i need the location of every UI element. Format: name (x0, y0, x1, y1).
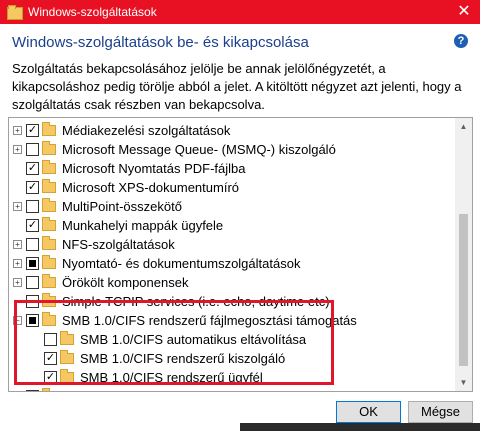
window-title: Windows-szolgáltatások (28, 5, 157, 19)
folder-icon (42, 255, 56, 269)
scroll-up-icon[interactable]: ▲ (455, 118, 472, 135)
feature-row[interactable]: + ✓ Médiakezelési szolgáltatások (13, 121, 230, 140)
features-tree[interactable]: ▲ ▼ + ✓ Médiakezelési szolgáltatások + Micro… (8, 117, 473, 392)
feature-checkbox[interactable] (26, 295, 39, 308)
feature-row[interactable]: + Nyomtató- és dokumentumszolgáltatások (13, 254, 300, 273)
feature-label: Médiakezelési szolgáltatások (62, 123, 231, 138)
ok-button[interactable]: OK (336, 401, 401, 423)
feature-label: Microsoft Nyomtatás PDF-fájlba (62, 161, 246, 176)
feature-label: SMB 1.0/CIFS automatikus eltávolítása (80, 332, 307, 347)
feature-checkbox[interactable]: ✓ (26, 181, 39, 194)
feature-row[interactable]: ✓ Munkahelyi mappák ügyfele (13, 216, 223, 235)
folder-icon (60, 369, 74, 383)
feature-checkbox[interactable] (26, 314, 39, 327)
feature-label: SMB 1.0/CIFS rendszerű fájlmegosztási tá… (62, 313, 357, 328)
feature-row[interactable]: + NFS-szolgáltatások (13, 235, 175, 254)
expand-icon[interactable]: + (13, 126, 22, 135)
folder-icon (42, 122, 56, 136)
collapse-icon[interactable]: − (13, 316, 22, 325)
folder-icon (42, 274, 56, 288)
feature-checkbox[interactable]: ✓ (26, 162, 39, 175)
scroll-down-icon[interactable]: ▼ (455, 374, 472, 391)
taskbar (240, 423, 480, 431)
folder-icon (42, 388, 50, 391)
dialog-heading: Windows-szolgáltatások be- és kikapcsolá… (12, 34, 309, 51)
folder-icon (42, 312, 56, 326)
feature-row[interactable]: ✓ Microsoft XPS-dokumentumíró (13, 178, 239, 197)
feature-label: Simple TCPIP services (i.e. echo, daytim… (62, 294, 330, 309)
folder-icon (42, 160, 56, 174)
folder-icon (42, 217, 56, 231)
folder-icon (42, 179, 56, 193)
feature-label: SMB Direct (62, 389, 128, 391)
feature-label: Microsoft Message Queue- (MSMQ-) kiszolg… (62, 142, 336, 157)
feature-label: SMB 1.0/CIFS rendszerű kiszolgáló (80, 351, 286, 366)
feature-checkbox[interactable]: ✓ (26, 124, 39, 137)
help-icon[interactable]: ? (454, 34, 468, 48)
feature-row[interactable]: − SMB 1.0/CIFS rendszerű fájlmegosztási t… (13, 311, 357, 330)
feature-row[interactable]: ✓ SMB 1.0/CIFS rendszerű ügyfél (31, 368, 263, 387)
feature-checkbox[interactable]: ✓ (26, 390, 39, 391)
expand-icon[interactable]: + (13, 278, 22, 287)
folder-icon (42, 293, 56, 307)
expand-icon[interactable]: + (13, 240, 22, 249)
close-icon[interactable]: ✕ (454, 2, 474, 22)
folder-icon (42, 236, 56, 250)
scroll-thumb[interactable] (459, 214, 468, 366)
feature-checkbox[interactable] (26, 238, 39, 251)
feature-row[interactable]: ✓ SMB Direct (13, 387, 128, 391)
expand-icon[interactable]: + (13, 145, 22, 154)
cancel-button[interactable]: Mégse (408, 401, 473, 423)
folder-icon (42, 141, 56, 155)
expand-icon[interactable]: + (13, 259, 22, 268)
feature-row[interactable]: + Microsoft Message Queue- (MSMQ-) kiszol… (13, 140, 336, 159)
feature-checkbox[interactable] (26, 257, 39, 270)
feature-row[interactable]: Simple TCPIP services (i.e. echo, daytim… (13, 292, 330, 311)
folder-icon (6, 4, 23, 20)
feature-label: Microsoft XPS-dokumentumíró (62, 180, 240, 195)
feature-checkbox[interactable] (44, 333, 57, 346)
feature-checkbox[interactable] (26, 143, 39, 156)
feature-row[interactable]: + MultiPoint-összekötő (13, 197, 182, 216)
feature-label: Munkahelyi mappák ügyfele (62, 218, 224, 233)
vertical-scrollbar[interactable]: ▲ ▼ (455, 118, 472, 391)
feature-checkbox[interactable] (26, 200, 39, 213)
feature-label: Nyomtató- és dokumentumszolgáltatások (62, 256, 301, 271)
feature-row[interactable]: ✓ SMB 1.0/CIFS rendszerű kiszolgáló (31, 349, 285, 368)
folder-icon (60, 350, 74, 364)
folder-icon (60, 331, 74, 345)
feature-label: Örökölt komponensek (62, 275, 189, 290)
description-text: Szolgáltatás bekapcsolásához jelölje be … (12, 61, 462, 112)
title-bar: Windows-szolgáltatások ✕ (0, 0, 480, 24)
feature-label: MultiPoint-összekötő (62, 199, 182, 214)
feature-checkbox[interactable]: ✓ (44, 371, 57, 384)
feature-label: NFS-szolgáltatások (62, 237, 175, 252)
feature-checkbox[interactable] (26, 276, 39, 289)
expand-icon[interactable]: + (13, 202, 22, 211)
feature-checkbox[interactable]: ✓ (44, 352, 57, 365)
feature-label: SMB 1.0/CIFS rendszerű ügyfél (80, 370, 263, 385)
feature-row[interactable]: + Örökölt komponensek (13, 273, 188, 292)
folder-icon (42, 198, 56, 212)
feature-checkbox[interactable]: ✓ (26, 219, 39, 232)
feature-row[interactable]: ✓ Microsoft Nyomtatás PDF-fájlba (13, 159, 246, 178)
feature-row[interactable]: SMB 1.0/CIFS automatikus eltávolítása (31, 330, 306, 349)
